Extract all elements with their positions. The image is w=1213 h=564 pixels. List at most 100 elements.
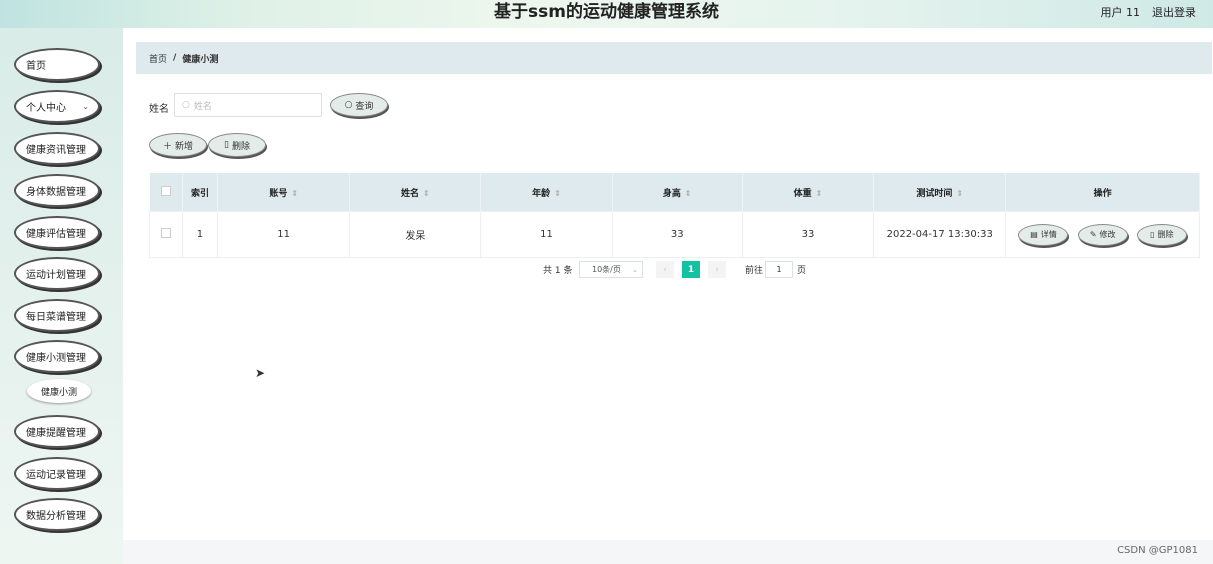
select-all-cell[interactable]	[149, 173, 183, 212]
edit-button-label: 修改	[1099, 230, 1116, 239]
header-bar: 基于ssm的运动健康管理系统 用户 11 退出登录	[0, 0, 1213, 28]
goto-page-input[interactable]: 1	[765, 261, 793, 278]
query-button[interactable]: ○ 查询	[330, 93, 388, 117]
cell-account: 11	[217, 211, 351, 258]
sidebar-item-label: 数据分析管理	[26, 511, 86, 522]
sidebar-item-health-assessment[interactable]: 健康评估管理	[14, 216, 100, 249]
logout-link[interactable]: 退出登录	[1152, 4, 1196, 20]
breadcrumb-home[interactable]: 首页	[149, 52, 167, 65]
sort-icon[interactable]: ⇕	[554, 189, 561, 198]
next-page-button[interactable]: ›	[708, 261, 726, 278]
column-header-height[interactable]: 身高 ⇕	[612, 173, 743, 212]
column-header-age[interactable]: 年龄 ⇕	[480, 173, 613, 212]
sidebar-item-label: 身体数据管理	[26, 187, 86, 198]
row-checkbox[interactable]	[160, 228, 171, 238]
search-placeholder: 姓名	[193, 101, 212, 112]
sidebar: 首页 个人中心 ⌄ 健康资讯管理 身体数据管理 健康评估管理 运动计划管理 每日菜…	[0, 28, 123, 564]
sidebar-item-profile[interactable]: 个人中心 ⌄	[14, 90, 100, 123]
sidebar-item-label: 个人中心	[26, 103, 66, 114]
sidebar-item-label: 每日菜谱管理	[26, 312, 86, 323]
search-icon: ○	[182, 100, 190, 110]
column-header-actions: 操作	[1005, 173, 1200, 212]
sidebar-item-data-analysis[interactable]: 数据分析管理	[14, 498, 100, 531]
goto-label: 前往	[745, 265, 764, 276]
column-header-test-time[interactable]: 测试时间 ⇕	[873, 173, 1007, 212]
delete-button[interactable]: ▯ 删除	[208, 133, 266, 157]
breadcrumb: 首页 / 健康小测	[136, 42, 1212, 74]
cell-index: 1	[181, 211, 219, 258]
sidebar-item-label: 健康资讯管理	[26, 145, 86, 156]
column-header-name[interactable]: 姓名 ⇕	[349, 173, 482, 212]
chevron-down-icon: ⌄	[82, 102, 89, 111]
cell-height: 33	[611, 211, 743, 258]
submenu-item-health-quiz[interactable]: 健康小测	[27, 379, 91, 403]
trash-icon: ▯	[224, 140, 229, 150]
data-table: 索引 账号 ⇕ 姓名 ⇕ 年龄 ⇕ 身高 ⇕ 体重 ⇕ 测试时间 ⇕ 操作 1 11 发呆 …	[149, 173, 1200, 258]
document-icon: ▤	[1030, 230, 1038, 239]
query-button-label: 查询	[355, 101, 374, 112]
row-select-cell[interactable]	[149, 211, 183, 258]
breadcrumb-separator: /	[173, 53, 177, 63]
sidebar-item-health-reminder[interactable]: 健康提醒管理	[14, 415, 100, 448]
sidebar-item-body-data[interactable]: 身体数据管理	[14, 174, 100, 207]
detail-button[interactable]: ▤ 详情	[1018, 223, 1069, 246]
sort-icon[interactable]: ⇕	[816, 189, 823, 198]
column-header-weight[interactable]: 体重 ⇕	[742, 173, 875, 212]
column-header-label: 测试时间	[916, 188, 953, 199]
column-header-label: 姓名	[400, 188, 419, 199]
sort-icon[interactable]: ⇕	[291, 189, 298, 198]
main-content: 首页 / 健康小测 姓名 ○ 姓名 ○ 查询 ＋ 新增 ▯ 删除 索引 账号 ⇕ …	[123, 28, 1213, 540]
column-header-label: 账号	[269, 188, 288, 199]
pagination-total: 共 1 条	[543, 265, 573, 276]
column-header-label: 身高	[662, 188, 681, 199]
app-title: 基于ssm的运动健康管理系统	[494, 2, 719, 22]
cell-weight: 33	[741, 211, 875, 258]
search-label: 姓名	[149, 104, 169, 115]
sidebar-item-health-news[interactable]: 健康资讯管理	[14, 132, 100, 165]
column-header-label: 索引	[190, 188, 209, 199]
sort-icon[interactable]: ⇕	[685, 189, 692, 198]
search-input[interactable]: ○ 姓名	[174, 93, 322, 117]
chevron-down-icon: ⌄	[632, 265, 638, 274]
sidebar-item-label: 运动计划管理	[26, 270, 86, 281]
edit-button[interactable]: ✎ 修改	[1077, 223, 1128, 246]
prev-page-button[interactable]: ‹	[656, 261, 674, 278]
table-row: 1 11 发呆 11 33 33 2022-04-17 13:30:33 ▤ 详情…	[149, 211, 1200, 258]
row-delete-button[interactable]: ▯ 删除	[1136, 223, 1187, 246]
sidebar-item-label: 健康小测管理	[26, 353, 86, 364]
delete-button-label: 删除	[231, 141, 250, 152]
sidebar-item-daily-recipe[interactable]: 每日菜谱管理	[14, 299, 100, 332]
sidebar-item-label: 健康提醒管理	[26, 428, 86, 439]
breadcrumb-current: 健康小测	[182, 54, 219, 65]
cell-age: 11	[480, 211, 613, 258]
sort-icon[interactable]: ⇕	[423, 189, 430, 198]
column-header-account[interactable]: 账号 ⇕	[217, 173, 351, 212]
page-size-select[interactable]: 10条/页 ⌄	[579, 261, 643, 278]
sidebar-item-home[interactable]: 首页	[14, 48, 100, 81]
table-header-row: 索引 账号 ⇕ 姓名 ⇕ 年龄 ⇕ 身高 ⇕ 体重 ⇕ 测试时间 ⇕ 操作	[149, 173, 1200, 212]
search-icon: ○	[344, 100, 353, 110]
sidebar-item-exercise-plan[interactable]: 运动计划管理	[14, 257, 100, 290]
sidebar-item-health-quiz[interactable]: 健康小测管理	[14, 340, 100, 373]
cell-actions: ▤ 详情 ✎ 修改 ▯ 删除	[1005, 211, 1200, 258]
sidebar-item-label: 运动记录管理	[26, 470, 86, 481]
add-button[interactable]: ＋ 新增	[149, 133, 207, 157]
goto-suffix: 页	[797, 265, 807, 276]
current-user: 用户 11	[1100, 6, 1141, 19]
sidebar-item-exercise-record[interactable]: 运动记录管理	[14, 457, 100, 490]
watermark: CSDN @GP1081	[1117, 545, 1198, 556]
submenu-item-label: 健康小测	[40, 387, 77, 398]
cell-test-time: 2022-04-17 13:30:33	[873, 211, 1007, 258]
column-header-label: 体重	[793, 188, 812, 199]
select-all-checkbox[interactable]	[160, 185, 171, 196]
row-delete-button-label: 删除	[1157, 230, 1174, 239]
page-size-value: 10条/页	[592, 265, 621, 274]
trash-icon: ▯	[1150, 230, 1155, 239]
detail-button-label: 详情	[1040, 230, 1057, 239]
plus-icon: ＋	[162, 141, 172, 152]
mouse-cursor-icon: ➤	[255, 366, 266, 380]
page-number-1[interactable]: 1	[682, 261, 700, 278]
sidebar-item-label: 首页	[26, 61, 46, 72]
sort-icon[interactable]: ⇕	[956, 189, 963, 198]
sidebar-item-label: 健康评估管理	[26, 229, 86, 240]
